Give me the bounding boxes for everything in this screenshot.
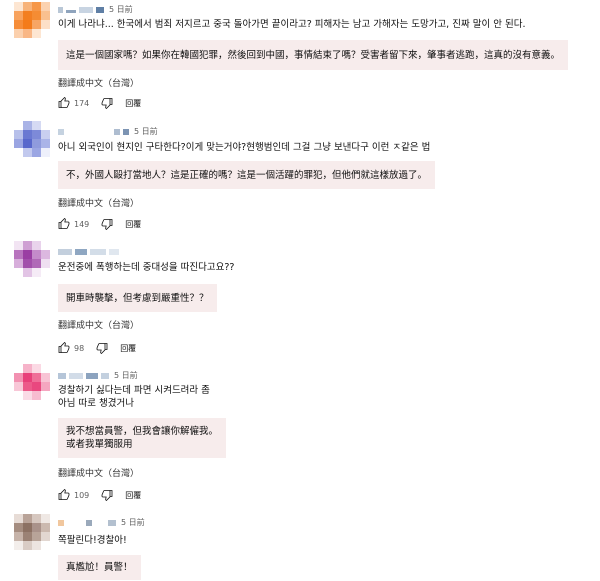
comment-text-line: 아니 외국인이 현지인 구타한다?이게 맞는거야?현행범인데 그걸 그냥 보낸다… <box>58 142 431 153</box>
comment-time: 5 日前 <box>114 371 138 380</box>
translate-button[interactable]: 翻譯成中文（台灣） <box>58 199 139 210</box>
comment-actions: 149 回覆 <box>58 217 141 231</box>
comment-time: 5 日前 <box>109 5 133 14</box>
avatar[interactable] <box>14 2 50 38</box>
translation-line: 真尷尬！員警！ <box>66 562 133 573</box>
author-name[interactable]: 5 日前 <box>58 371 138 381</box>
thumb-up-icon[interactable] <box>58 218 70 230</box>
reply-button[interactable]: 回覆 <box>125 98 141 109</box>
avatar[interactable] <box>14 121 50 157</box>
comment-text-line: 이게 나라냐... 한국에서 범죄 저지르고 중국 돌아가면 끝이라고? 피해자… <box>58 19 526 30</box>
translation-box: 真尷尬！員警！ <box>58 555 141 580</box>
translation-line: 或者我單獨服用 <box>66 439 133 450</box>
thumb-up-icon[interactable] <box>58 97 70 109</box>
comment-text: 운전중에 폭행하는데 중대성을 따진다고요?? <box>58 261 234 274</box>
comment-text-line: 쪽팔린다!경찰아! <box>58 535 127 546</box>
avatar[interactable] <box>14 364 50 400</box>
translate-button[interactable]: 翻譯成中文（台灣） <box>58 321 139 332</box>
comment-actions: 174 回覆 <box>58 96 141 110</box>
comment-text: 경찰하기 싫다는데 파면 시켜드려라 좀 아님 따로 챙겼거나 <box>58 384 210 410</box>
like-count: 174 <box>74 98 90 108</box>
comment-text: 이게 나라냐... 한국에서 범죄 저지르고 중국 돌아가면 끝이라고? 피해자… <box>58 18 525 31</box>
translation-line: 這是一個國家嗎？如果你在韓國犯罪，然後回到中國，事情結束了嗎？受害者留下來，肇事… <box>66 49 561 61</box>
thumb-down-icon[interactable] <box>101 218 113 230</box>
author-name[interactable]: 5 日前 <box>58 5 133 15</box>
comment-time: 5 日前 <box>134 127 158 136</box>
translation-line: 我不想當員警，但我會讓你解僱我。 <box>66 426 219 437</box>
comment-time: 5 日前 <box>121 518 145 527</box>
like-count: 98 <box>74 343 85 353</box>
avatar[interactable] <box>14 514 50 550</box>
translation-box: 我不想當員警，但我會讓你解僱我。 或者我單獨服用 <box>58 418 227 458</box>
comment-text-line: 경찰하기 싫다는데 파면 시켜드려라 좀 <box>58 385 210 396</box>
thumb-down-icon[interactable] <box>101 489 113 501</box>
comment-actions: 109 回覆 <box>58 488 141 502</box>
comment-text-line: 운전중에 폭행하는데 중대성을 따진다고요?? <box>58 262 235 273</box>
translation-box: 開車時襲擊，但考慮到嚴重性？？ <box>58 284 217 312</box>
like-count: 109 <box>74 490 90 500</box>
translation-box: 這是一個國家嗎？如果你在韓國犯罪，然後回到中國，事情結束了嗎？受害者留下來，肇事… <box>58 40 569 70</box>
thumb-up-icon[interactable] <box>58 342 70 354</box>
comment-text: 아니 외국인이 현지인 구타한다?이게 맞는거야?현행범인데 그걸 그냥 보낸다… <box>58 141 430 154</box>
translation-box: 不，外國人毆打當地人？這是正確的嗎？這是一個活躍的罪犯，但他們就這樣放過了。 <box>58 161 436 189</box>
author-name[interactable]: 5 日前 <box>58 127 158 137</box>
reply-button[interactable]: 回覆 <box>125 490 141 501</box>
author-name[interactable]: 5 日前 <box>58 518 145 528</box>
comment-text-line: 아님 따로 챙겼거나 <box>58 398 134 409</box>
thumb-down-icon[interactable] <box>96 342 108 354</box>
thumb-up-icon[interactable] <box>58 489 70 501</box>
translate-button[interactable]: 翻譯成中文（台灣） <box>58 79 139 90</box>
comment-text: 쪽팔린다!경찰아! <box>58 534 127 547</box>
reply-button[interactable]: 回覆 <box>125 219 141 230</box>
author-name[interactable] <box>58 247 124 257</box>
translation-line: 開車時襲擊，但考慮到嚴重性？？ <box>66 292 209 304</box>
like-count: 149 <box>74 219 90 229</box>
reply-button[interactable]: 回覆 <box>120 343 136 354</box>
thumb-down-icon[interactable] <box>101 97 113 109</box>
translate-button[interactable]: 翻譯成中文（台灣） <box>58 469 139 480</box>
translation-line: 不，外國人毆打當地人？這是正確的嗎？這是一個活躍的罪犯，但他們就這樣放過了。 <box>66 169 428 181</box>
comment-actions: 98 回覆 <box>58 341 136 355</box>
avatar[interactable] <box>14 241 50 277</box>
